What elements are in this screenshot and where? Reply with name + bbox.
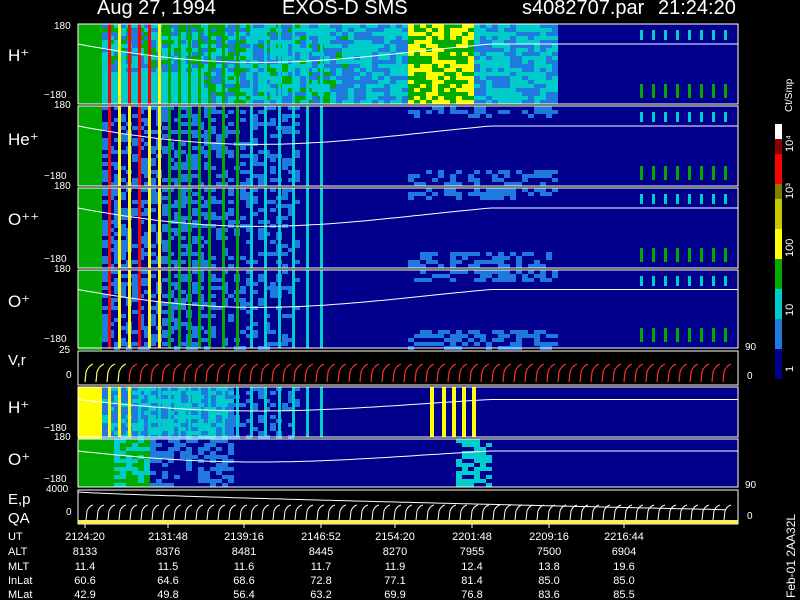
colorbar-tick-label: 100 bbox=[784, 238, 796, 257]
y-tick-label: 180 bbox=[54, 100, 71, 111]
x-ticks bbox=[84, 524, 625, 528]
panel-label: O⁺ bbox=[8, 292, 31, 311]
table-cell: 7500 bbox=[536, 546, 562, 558]
panel-label: O⁺ bbox=[8, 450, 31, 469]
table-cell: 2139:16 bbox=[224, 531, 264, 543]
table-row-label: ALT bbox=[8, 546, 28, 558]
table-cell: 49.8 bbox=[157, 589, 179, 600]
table-row-label: UT bbox=[8, 531, 23, 543]
table-cell: 2146:52 bbox=[301, 531, 341, 543]
colorbar-tick-label: 1 bbox=[784, 365, 796, 372]
table-cell: 11.6 bbox=[233, 561, 255, 573]
spectrogram-panel bbox=[77, 187, 739, 269]
table-cell: 2216:44 bbox=[604, 531, 644, 543]
table-cell: 8445 bbox=[308, 546, 334, 558]
spectrogram-figure: Aug 27, 1994 EXOS-D SMS s4082707.par 21:… bbox=[0, 0, 800, 600]
table-cell: 77.1 bbox=[384, 575, 406, 587]
table-row-label: MLat bbox=[8, 589, 33, 600]
y-tick-label: 180 bbox=[54, 432, 71, 443]
panel-label: H⁺ bbox=[8, 398, 30, 417]
panel-label: E,p bbox=[8, 491, 31, 508]
table-cell: 85.0 bbox=[538, 575, 560, 587]
table-cell: 11.5 bbox=[157, 561, 179, 573]
table-cell: 2124:20 bbox=[65, 531, 105, 543]
spectrogram-panel bbox=[77, 438, 739, 488]
y-tick-label: 180 bbox=[54, 21, 71, 32]
table-cell: 69.9 bbox=[384, 589, 406, 600]
panel-label: QA bbox=[8, 510, 30, 527]
table-cell: 2154:20 bbox=[375, 531, 415, 543]
table-cell: 60.6 bbox=[74, 575, 96, 587]
table-cell: 8481 bbox=[231, 546, 257, 558]
ep-panel bbox=[77, 489, 739, 525]
colorbar-tick-label: 10⁴ bbox=[784, 135, 796, 152]
table-cell: 11.9 bbox=[384, 561, 406, 573]
colorbar-tick-label: 10³ bbox=[784, 183, 796, 199]
table-cell: 72.8 bbox=[310, 575, 332, 587]
panel-label: H⁺ bbox=[8, 46, 30, 65]
table-row-label: MLT bbox=[8, 561, 30, 573]
table-cell: 19.6 bbox=[613, 561, 635, 573]
table-cell: 11.4 bbox=[74, 561, 96, 573]
y-tick-label: 0 bbox=[66, 370, 72, 381]
table-cell: 42.9 bbox=[74, 589, 96, 600]
y-tick-label: −180 bbox=[44, 334, 67, 345]
spectrogram-panel bbox=[77, 386, 739, 439]
spectrogram-panel bbox=[77, 105, 739, 187]
table-cell: 7955 bbox=[459, 546, 485, 558]
table-row-label: InLat bbox=[8, 575, 33, 587]
table-cell: 85.5 bbox=[613, 589, 635, 600]
colorbar-title: Ct/Smp bbox=[784, 78, 795, 112]
right-tick-label: 0 bbox=[747, 371, 753, 382]
table-cell: 64.6 bbox=[157, 575, 179, 587]
table-cell: 11.7 bbox=[310, 561, 332, 573]
table-cell: 68.6 bbox=[233, 575, 255, 587]
right-tick-label: 90 bbox=[745, 342, 757, 353]
panel-label: He⁺ bbox=[8, 130, 39, 149]
table-cell: 2131:48 bbox=[148, 531, 188, 543]
table-cell: 63.2 bbox=[310, 589, 332, 600]
table-cell: 2209:16 bbox=[529, 531, 569, 543]
vr-panel bbox=[77, 350, 739, 386]
spectrogram-panel bbox=[77, 23, 739, 105]
table-cell: 8270 bbox=[382, 546, 408, 558]
right-tick-label: 0 bbox=[747, 511, 753, 522]
side-annotation: Feb-01 2AA32L bbox=[784, 513, 798, 598]
colorbar bbox=[775, 124, 782, 379]
table-cell: 85.0 bbox=[613, 575, 635, 587]
table-cell: 12.4 bbox=[461, 561, 483, 573]
table-cell: 8376 bbox=[155, 546, 181, 558]
table-cell: 13.8 bbox=[538, 561, 560, 573]
y-tick-label: 0 bbox=[66, 507, 72, 518]
spectrogram-panel bbox=[77, 269, 739, 350]
table-cell: 56.4 bbox=[233, 589, 255, 600]
table-cell: 81.4 bbox=[461, 575, 483, 587]
plot-area bbox=[77, 23, 782, 528]
table-cell: 2201:48 bbox=[452, 531, 492, 543]
right-tick-label: 90 bbox=[745, 480, 757, 491]
panel-label: V,r bbox=[8, 352, 26, 369]
table-cell: 6904 bbox=[611, 546, 637, 558]
y-tick-label: 4000 bbox=[46, 484, 69, 495]
y-tick-label: 180 bbox=[54, 181, 71, 192]
table-cell: 83.6 bbox=[538, 589, 560, 600]
y-tick-label: 180 bbox=[54, 264, 71, 275]
colorbar-tick-label: 10 bbox=[784, 303, 796, 316]
table-cell: 8133 bbox=[72, 546, 98, 558]
panel-label: O⁺⁺ bbox=[8, 210, 40, 229]
table-cell: 76.8 bbox=[461, 589, 483, 600]
y-tick-label: 25 bbox=[59, 345, 71, 356]
